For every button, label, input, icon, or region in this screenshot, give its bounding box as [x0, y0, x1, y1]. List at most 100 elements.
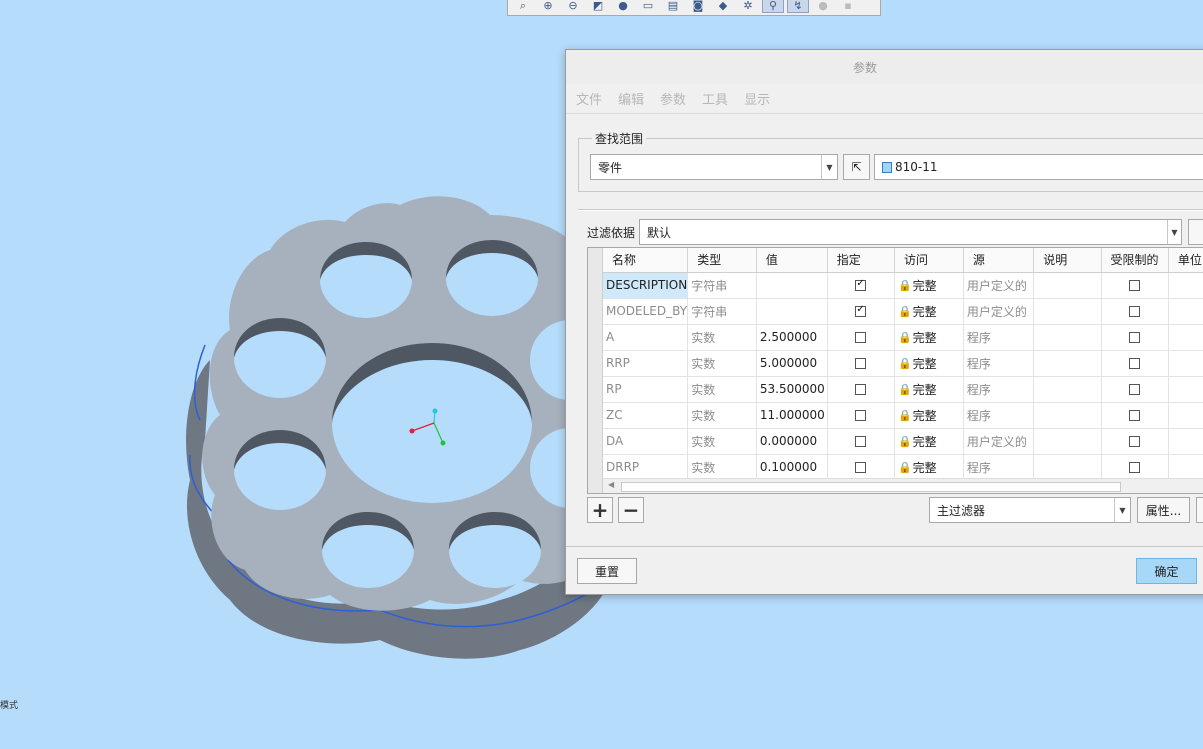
restricted-checkbox[interactable]	[1129, 358, 1141, 369]
param-units[interactable]	[1168, 454, 1203, 481]
designate-checkbox[interactable]	[855, 332, 867, 343]
menu-tools[interactable]: 工具	[702, 89, 728, 108]
param-access[interactable]: 🔒 完整	[894, 324, 964, 351]
col-access[interactable]: 访问	[894, 248, 964, 273]
restricted-checkbox[interactable]	[1129, 436, 1141, 447]
param-designate[interactable]	[827, 376, 895, 403]
model-name-field[interactable]: 810-11	[874, 154, 1203, 180]
param-units[interactable]	[1168, 376, 1203, 403]
designate-checkbox[interactable]	[855, 278, 867, 291]
param-description[interactable]	[1033, 350, 1102, 377]
param-access[interactable]: 🔒 完整	[894, 272, 964, 299]
restricted-checkbox[interactable]	[1129, 384, 1141, 395]
filter-select[interactable]: 默认 ▼	[639, 219, 1182, 245]
param-type[interactable]: 实数	[687, 324, 757, 351]
param-source[interactable]: 程序	[963, 324, 1035, 351]
reset-button[interactable]: 重置	[577, 558, 637, 584]
param-description[interactable]	[1033, 402, 1102, 429]
scrollbar-thumb[interactable]	[621, 482, 1121, 492]
param-type[interactable]: 字符串	[687, 298, 757, 325]
param-restricted[interactable]	[1101, 454, 1169, 481]
table-row[interactable]: ZC 实数 11.000000 🔒 完整 程序	[603, 402, 1203, 429]
ok-button[interactable]: 确定	[1136, 558, 1197, 584]
menu-file[interactable]: 文件	[576, 89, 602, 108]
col-restricted[interactable]: 受限制的	[1101, 248, 1169, 273]
col-units[interactable]: 单位	[1168, 248, 1203, 273]
param-type[interactable]: 字符串	[687, 272, 757, 299]
param-source[interactable]: 用户定义的	[963, 272, 1035, 299]
param-name[interactable]: DA	[603, 428, 689, 455]
designate-checkbox[interactable]	[855, 436, 867, 447]
param-designate[interactable]	[827, 454, 895, 481]
table-row[interactable]: DA 实数 0.000000 🔒 完整 用户定义的	[603, 428, 1203, 455]
param-source[interactable]: 用户定义的	[963, 428, 1035, 455]
add-parameter-button[interactable]: +	[587, 497, 613, 523]
param-value[interactable]	[756, 272, 828, 299]
param-designate[interactable]	[827, 350, 895, 377]
param-units[interactable]	[1168, 402, 1203, 429]
param-value[interactable]: 11.000000	[756, 402, 828, 429]
col-type[interactable]: 类型	[687, 248, 757, 273]
param-restricted[interactable]	[1101, 350, 1169, 377]
restricted-checkbox[interactable]	[1129, 280, 1141, 291]
param-name[interactable]: DESCRIPTION	[603, 272, 689, 299]
param-description[interactable]	[1033, 298, 1102, 325]
menu-edit[interactable]: 编辑	[618, 89, 644, 108]
param-value[interactable]: 0.100000	[756, 454, 828, 481]
param-name[interactable]: RRP	[603, 350, 689, 377]
param-value[interactable]: 0.000000	[756, 428, 828, 455]
param-access[interactable]: 🔒 完整	[894, 376, 964, 403]
table-row[interactable]: DESCRIPTION字符串 🔒完整用户定义的	[603, 272, 1203, 299]
designate-checkbox[interactable]	[855, 358, 867, 369]
param-source[interactable]: 程序	[963, 454, 1035, 481]
param-units[interactable]	[1168, 324, 1203, 351]
param-restricted[interactable]	[1101, 272, 1169, 299]
param-type[interactable]: 实数	[687, 350, 757, 377]
param-value[interactable]: 5.000000	[756, 350, 828, 377]
param-description[interactable]	[1033, 428, 1102, 455]
menu-display[interactable]: 显示	[744, 89, 770, 108]
main-filter-select[interactable]: 主过滤器 ▼	[929, 497, 1131, 523]
select-pointer-button[interactable]: ⇱	[843, 154, 870, 180]
param-value[interactable]: 2.500000	[756, 324, 828, 351]
horizontal-scrollbar[interactable]: ◀	[603, 478, 1203, 493]
param-type[interactable]: 实数	[687, 376, 757, 403]
param-units[interactable]	[1168, 428, 1203, 455]
param-source[interactable]: 程序	[963, 402, 1035, 429]
remove-parameter-button[interactable]: −	[618, 497, 644, 523]
param-restricted[interactable]	[1101, 298, 1169, 325]
param-access[interactable]: 🔒 完整	[894, 298, 964, 325]
param-name[interactable]: MODELED_BY	[603, 298, 689, 325]
param-restricted[interactable]	[1101, 402, 1169, 429]
param-description[interactable]	[1033, 454, 1102, 481]
param-description[interactable]	[1033, 272, 1102, 299]
param-access[interactable]: 🔒 完整	[894, 402, 964, 429]
restricted-checkbox[interactable]	[1129, 332, 1141, 343]
param-name[interactable]: DRRP	[603, 454, 689, 481]
table-row[interactable]: MODELED_BY字符串 🔒完整用户定义的	[603, 298, 1203, 325]
table-row[interactable]: RRP 实数 5.000000 🔒 完整 程序	[603, 350, 1203, 377]
param-units[interactable]	[1168, 350, 1203, 377]
param-type[interactable]: 实数	[687, 454, 757, 481]
col-value[interactable]: 值	[756, 248, 828, 273]
param-description[interactable]	[1033, 324, 1102, 351]
param-units[interactable]	[1168, 298, 1203, 325]
col-designate[interactable]: 指定	[827, 248, 895, 273]
param-restricted[interactable]	[1101, 428, 1169, 455]
filter-button[interactable]	[1188, 219, 1203, 245]
param-designate[interactable]	[827, 324, 895, 351]
restricted-checkbox[interactable]	[1129, 410, 1141, 421]
param-units[interactable]	[1168, 272, 1203, 299]
extra-button[interactable]	[1196, 497, 1203, 523]
param-name[interactable]: RP	[603, 376, 689, 403]
table-row[interactable]: RP 实数 53.500000 🔒 完整 程序	[603, 376, 1203, 403]
param-source[interactable]: 用户定义的	[963, 298, 1035, 325]
scope-select[interactable]: 零件 ▼	[590, 154, 838, 180]
designate-checkbox[interactable]	[855, 304, 867, 317]
table-row[interactable]: DRRP 实数 0.100000 🔒 完整 程序	[603, 454, 1203, 481]
restricted-checkbox[interactable]	[1129, 462, 1141, 473]
col-source[interactable]: 源	[963, 248, 1035, 273]
param-access[interactable]: 🔒 完整	[894, 428, 964, 455]
param-designate[interactable]	[827, 402, 895, 429]
properties-button[interactable]: 属性...	[1137, 497, 1190, 523]
